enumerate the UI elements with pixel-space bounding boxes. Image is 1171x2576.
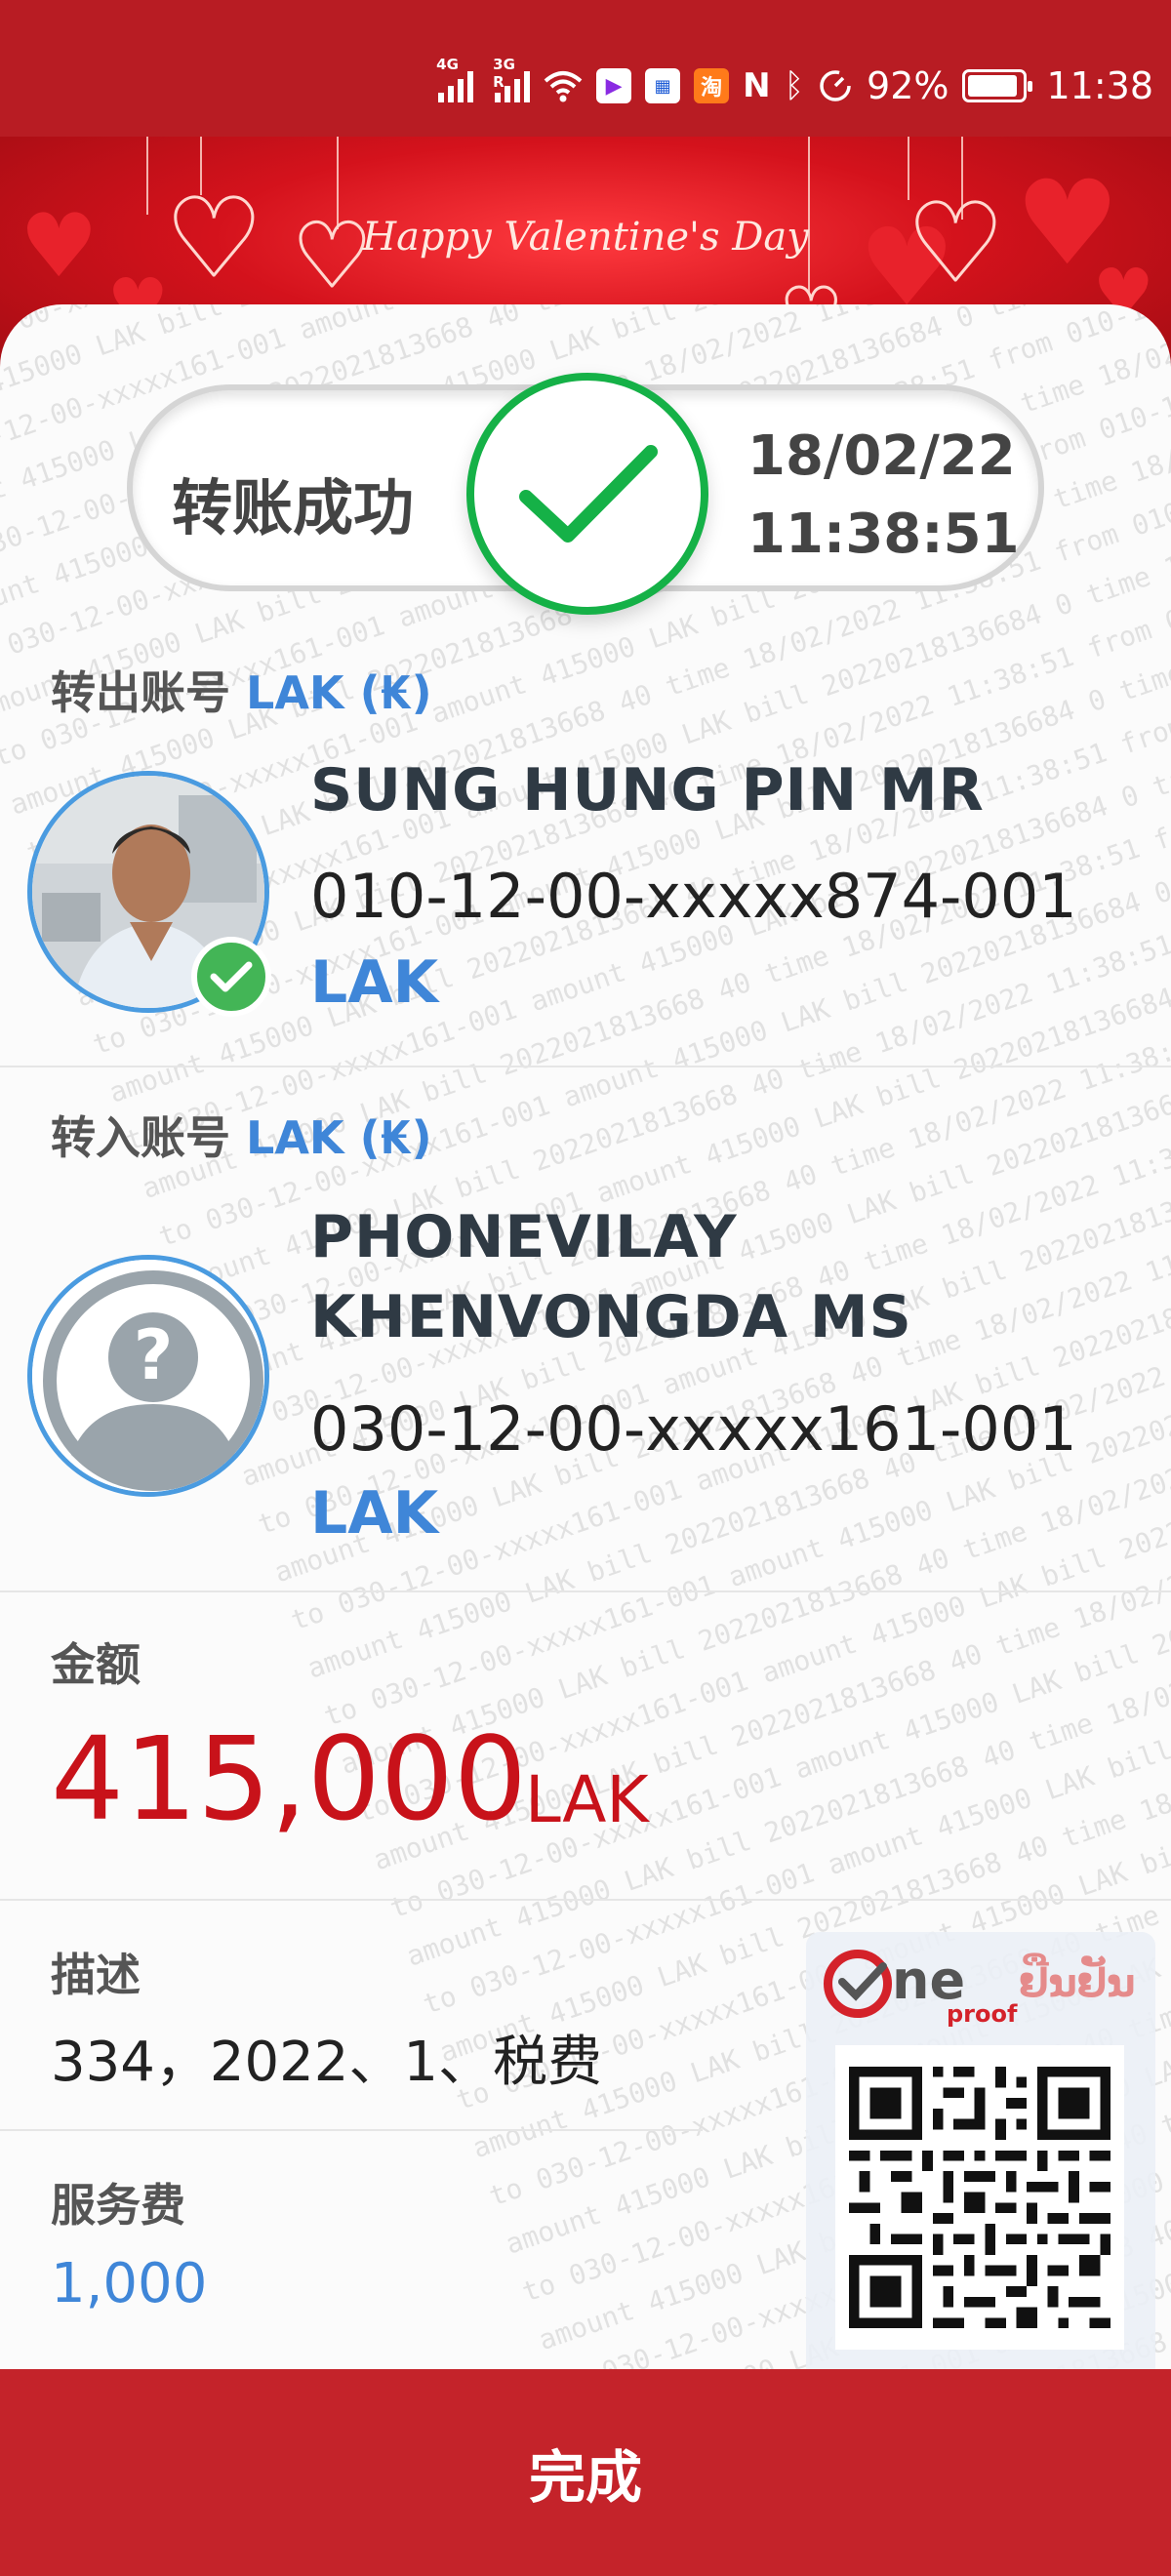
- done-button-label: 完成: [528, 2444, 642, 2511]
- description-label: 描述: [51, 1949, 141, 2001]
- success-check-icon: [466, 373, 708, 615]
- amount-label: 金额: [51, 1638, 141, 1691]
- recipient-account-number: 030-12-00-xxxxx161-001: [310, 1393, 1077, 1465]
- from-currency: LAK (₭): [246, 666, 432, 719]
- battery-icon: [962, 69, 1033, 102]
- divider: [0, 1590, 1171, 1592]
- wifi-icon: [544, 71, 583, 102]
- recipient-account-currency: LAK: [310, 1479, 439, 1548]
- to-currency: LAK (₭): [246, 1111, 432, 1164]
- calendar-app-icon: ▦: [645, 68, 681, 103]
- oneproof-check-icon: [824, 1950, 892, 2019]
- transfer-receipt-card: amount 415000 LAK bill 2022021813668 40 …: [0, 304, 1171, 2369]
- divider: [0, 1066, 1171, 1067]
- banner-title: Happy Valentine's Day: [362, 215, 809, 260]
- qr-code[interactable]: [835, 2045, 1124, 2350]
- fee-label: 服务费: [51, 2179, 185, 2232]
- to-account-label: 转入账号 LAK (₭): [51, 1111, 432, 1164]
- clock: 11:38: [1046, 64, 1153, 107]
- sender-account-currency: LAK: [310, 948, 439, 1017]
- signal-3g-roaming-icon: 3G R: [493, 56, 531, 102]
- done-button[interactable]: 完成: [0, 2369, 1171, 2576]
- unknown-user-icon: ?: [32, 1260, 264, 1492]
- status-bar: 4G 3G R ▶ ▦ 淘 N ᛒ 92% 11:38: [0, 0, 1171, 137]
- taobao-app-icon: 淘: [694, 68, 730, 103]
- data-saver-icon: [820, 70, 851, 101]
- divider: [0, 2129, 703, 2131]
- oneproof-logo: ne proof: [824, 1950, 1017, 2028]
- amount-currency: LAK: [525, 1762, 649, 1837]
- bluetooth-icon: ᛒ: [784, 66, 805, 105]
- divider: [0, 1899, 1171, 1901]
- oneproof-qr-panel[interactable]: ne proof ຢືນຢັນ: [806, 1932, 1155, 2369]
- svg-text:?: ?: [134, 1315, 174, 1395]
- recipient-avatar-placeholder: ?: [27, 1255, 269, 1497]
- description-value: 334，2022、1、税费: [51, 2031, 603, 2094]
- sender-name: SUNG HUNG PIN MR: [310, 756, 985, 825]
- from-account-label: 转出账号 LAK (₭): [51, 666, 432, 719]
- nfc-icon: N: [743, 66, 771, 105]
- signal-4g-icon: 4G: [436, 56, 474, 102]
- transfer-datetime: 18/02/22 11:38:51: [747, 424, 1020, 566]
- recipient-name: PHONEVILAY KHENVONGDA MS: [310, 1203, 912, 1351]
- video-app-icon: ▶: [596, 68, 632, 103]
- verified-badge-icon: [191, 937, 271, 1017]
- amount-value: 415,000: [51, 1711, 527, 1846]
- fee-value: 1,000: [51, 2252, 208, 2315]
- transfer-status-text: 转账成功: [172, 472, 415, 543]
- oneproof-lao-text: ຢືນຢັນ: [1019, 1961, 1136, 2006]
- sender-account-number: 010-12-00-xxxxx874-001: [310, 861, 1077, 932]
- battery-percent: 92%: [867, 64, 949, 107]
